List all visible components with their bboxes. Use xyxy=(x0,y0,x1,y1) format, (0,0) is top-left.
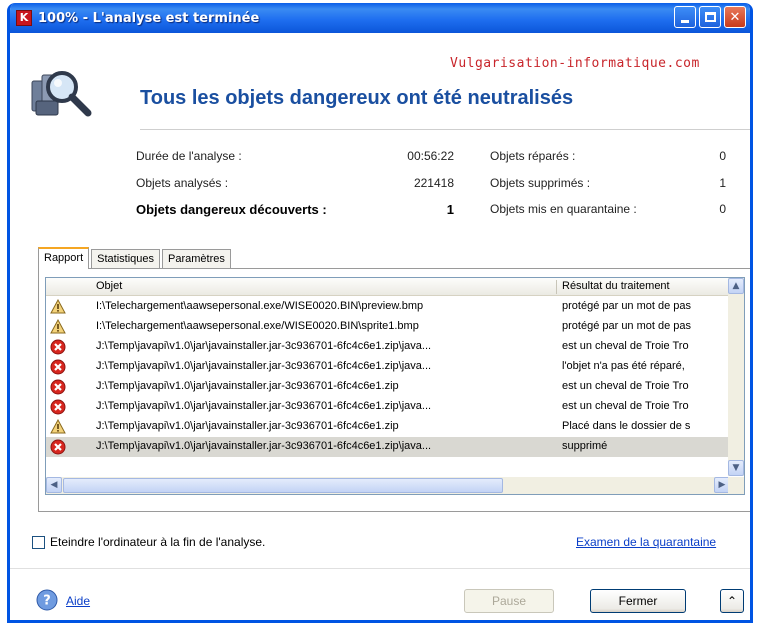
horizontal-scroll-thumb[interactable] xyxy=(63,478,503,493)
page-title: Tous les objets dangereux ont été neutra… xyxy=(140,87,574,109)
row-result: est un cheval de Troie Tro xyxy=(562,380,689,392)
table-header: Objet Résultat du traitement xyxy=(46,278,744,296)
help-link[interactable]: Aide xyxy=(66,594,90,608)
header-divider xyxy=(140,129,750,130)
deleted-label: Objets supprimés : xyxy=(490,176,591,190)
row-object: I:\Telechargement\aawsepersonal.exe/WISE… xyxy=(96,300,424,312)
warning-icon xyxy=(50,419,66,434)
danger-icon xyxy=(50,339,66,355)
row-object: J:\Temp\javapi\v1.0\jar\javainstaller.ja… xyxy=(96,340,432,352)
tab-rapport[interactable]: Rapport xyxy=(38,247,90,269)
danger-icon xyxy=(50,379,66,395)
column-header-object[interactable]: Objet xyxy=(96,280,122,292)
magnifier-scan-icon xyxy=(31,71,92,117)
table-row[interactable]: J:\Temp\javapi\v1.0\jar\javainstaller.ja… xyxy=(46,337,730,357)
tab-statistiques[interactable]: Statistiques xyxy=(91,249,161,269)
duration-value: 00:56:22 xyxy=(407,149,454,163)
close-window-button[interactable]: ✕ xyxy=(724,6,746,28)
shutdown-checkbox-label[interactable]: Eteindre l'ordinateur à la fin de l'anal… xyxy=(50,535,265,549)
horizontal-scrollbar[interactable]: ◀ ▶ xyxy=(46,477,730,494)
danger-icon xyxy=(50,399,66,415)
table-row[interactable]: J:\Temp\javapi\v1.0\jar\javainstaller.ja… xyxy=(46,357,730,377)
repaired-label: Objets réparés : xyxy=(490,149,576,163)
report-tabs: Rapport Statistiques Paramètres xyxy=(38,247,233,269)
row-result: supprimé xyxy=(562,440,608,452)
pause-button[interactable]: Pause xyxy=(464,589,554,613)
deleted-value: 1 xyxy=(719,176,726,190)
row-result: est un cheval de Troie Tro xyxy=(562,340,689,352)
table-row-selected[interactable]: J:\Temp\javapi\v1.0\jar\javainstaller.ja… xyxy=(46,437,730,457)
maximize-icon xyxy=(704,12,716,22)
row-object: J:\Temp\javapi\v1.0\jar\javainstaller.ja… xyxy=(96,400,432,412)
duration-label: Durée de l'analyse : xyxy=(136,149,242,163)
collapse-details-button[interactable]: ⌃ xyxy=(720,589,744,613)
row-object: J:\Temp\javapi\v1.0\jar\javainstaller.ja… xyxy=(96,380,399,392)
analyzed-label: Objets analysés : xyxy=(136,176,229,190)
chevron-right-icon: ▶ xyxy=(718,480,726,490)
close-button[interactable]: Fermer xyxy=(590,589,686,613)
close-icon: ✕ xyxy=(729,9,741,25)
window-title: 100% - L'analyse est terminée xyxy=(38,10,260,26)
danger-icon xyxy=(50,439,66,455)
scroll-left-button[interactable]: ◀ xyxy=(46,477,62,493)
kaspersky-app-icon: K xyxy=(16,10,32,26)
quarantine-value: 0 xyxy=(719,202,726,216)
row-result: est un cheval de Troie Tro xyxy=(562,400,689,412)
shutdown-checkbox[interactable] xyxy=(32,536,45,549)
vertical-scrollbar[interactable]: ▲ ▼ xyxy=(728,278,744,476)
scroll-up-button[interactable]: ▲ xyxy=(728,278,744,294)
row-object: J:\Temp\javapi\v1.0\jar\javainstaller.ja… xyxy=(96,360,432,372)
scrollbar-corner xyxy=(728,477,744,494)
title-bar[interactable]: K 100% - L'analyse est terminée ✕ xyxy=(10,3,750,33)
minimize-icon xyxy=(681,19,689,23)
column-separator[interactable] xyxy=(556,280,557,294)
analyzed-value: 221418 xyxy=(413,176,454,190)
table-row[interactable]: J:\Temp\javapi\v1.0\jar\javainstaller.ja… xyxy=(46,417,730,437)
column-header-result[interactable]: Résultat du traitement xyxy=(562,280,670,292)
chevron-left-icon: ◀ xyxy=(50,480,58,490)
row-result: protégé par un mot de pas xyxy=(562,320,692,332)
watermark-text: Vulgarisation-informatique.com xyxy=(450,56,700,71)
dangerous-label: Objets dangereux découverts : xyxy=(136,202,327,217)
quarantine-label: Objets mis en quarantaine : xyxy=(490,202,637,216)
report-panel: Objet Résultat du traitement I:\Telechar… xyxy=(38,268,750,512)
svg-text:?: ? xyxy=(43,594,51,609)
report-table: Objet Résultat du traitement I:\Telechar… xyxy=(45,277,745,495)
row-result: protégé par un mot de pas xyxy=(562,300,692,312)
row-result: Placé dans le dossier de s xyxy=(562,420,691,432)
scroll-down-button[interactable]: ▼ xyxy=(728,460,744,476)
help-icon[interactable]: ? xyxy=(36,589,58,611)
row-object: I:\Telechargement\aawsepersonal.exe/WISE… xyxy=(96,320,419,332)
row-object: J:\Temp\javapi\v1.0\jar\javainstaller.ja… xyxy=(96,440,432,452)
table-row[interactable]: I:\Telechargement\aawsepersonal.exe/WISE… xyxy=(46,297,730,317)
footer-divider xyxy=(10,568,750,569)
maximize-button[interactable] xyxy=(699,6,721,28)
quarantine-link[interactable]: Examen de la quarantaine xyxy=(576,535,716,549)
row-result: l'objet n'a pas été réparé, xyxy=(562,360,685,372)
warning-icon xyxy=(50,299,66,314)
scan-complete-window: K 100% - L'analyse est terminée ✕ Vulgar… xyxy=(7,3,753,623)
dangerous-value: 1 xyxy=(446,202,454,217)
double-chevron-up-icon: ⌃ xyxy=(726,594,738,608)
tab-parametres[interactable]: Paramètres xyxy=(162,249,231,269)
danger-icon xyxy=(50,359,66,375)
row-object: J:\Temp\javapi\v1.0\jar\javainstaller.ja… xyxy=(96,420,399,432)
table-row[interactable]: J:\Temp\javapi\v1.0\jar\javainstaller.ja… xyxy=(46,377,730,397)
chevron-down-icon: ▼ xyxy=(732,463,740,473)
minimize-button[interactable] xyxy=(674,6,696,28)
table-row[interactable]: I:\Telechargement\aawsepersonal.exe/WISE… xyxy=(46,317,730,337)
table-row[interactable]: J:\Temp\javapi\v1.0\jar\javainstaller.ja… xyxy=(46,397,730,417)
warning-icon xyxy=(50,319,66,334)
chevron-up-icon: ▲ xyxy=(732,281,740,291)
repaired-value: 0 xyxy=(719,149,726,163)
